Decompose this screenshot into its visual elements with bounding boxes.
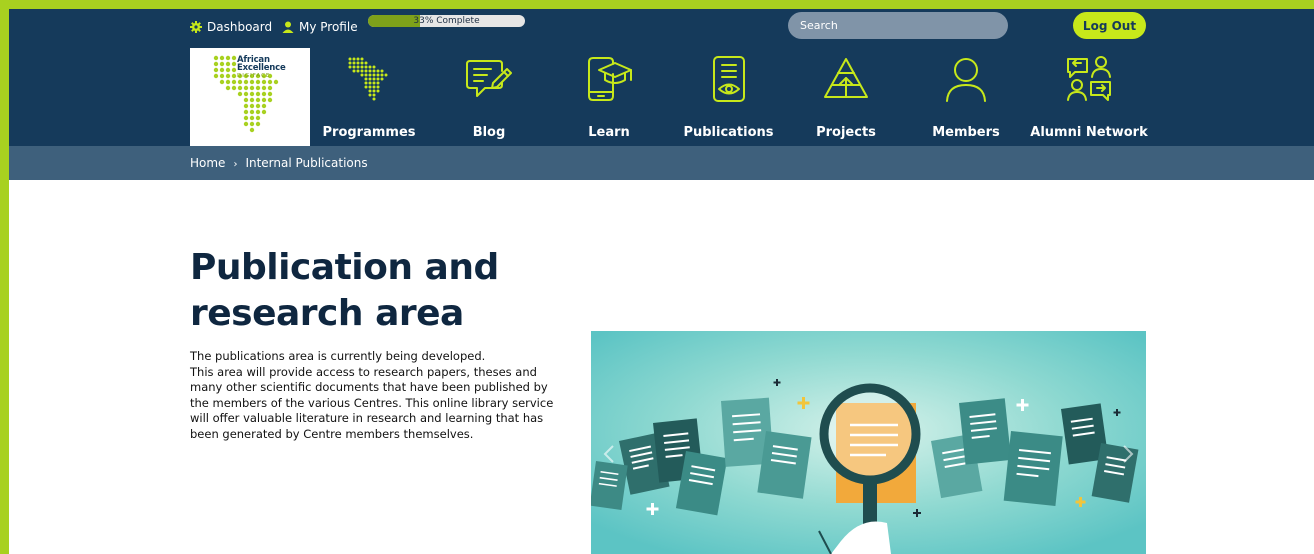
breadcrumb: Home › Internal Publications	[9, 146, 1314, 180]
nav-label: Members	[932, 125, 1000, 140]
hero-illustration	[591, 331, 1146, 554]
page-frame: Dashboard My Profile 33% Complete Log Ou…	[9, 9, 1314, 554]
nav-label: Learn	[588, 125, 630, 140]
nav-item-projects[interactable]: Projects	[806, 53, 886, 141]
search-input[interactable]	[788, 12, 1008, 39]
nav-item-blog[interactable]: Blog	[449, 53, 529, 141]
breadcrumb-chevron-icon: ›	[233, 158, 238, 170]
nav-label: Projects	[816, 125, 876, 140]
breadcrumb-current: Internal Publications	[245, 156, 368, 170]
dashboard-label: Dashboard	[207, 20, 273, 34]
user-icon	[282, 21, 294, 33]
nav-label: Alumni Network	[1030, 125, 1148, 140]
learn-icon	[585, 53, 633, 105]
nav-item-learn[interactable]: Learn	[569, 53, 649, 141]
breadcrumb-home-link[interactable]: Home	[190, 156, 225, 170]
top-navigation-bar: Dashboard My Profile 33% Complete Log Ou…	[9, 9, 1314, 146]
profile-progress-bar: 33% Complete	[368, 15, 525, 27]
projects-icon	[821, 53, 871, 105]
nav-label: Publications	[683, 125, 774, 140]
intro-text: The publications area is currently being…	[190, 349, 570, 442]
progress-text: 33% Complete	[413, 16, 480, 26]
nav-item-programmes[interactable]: Programmes	[323, 53, 416, 141]
nav-item-publications[interactable]: Publications	[681, 53, 776, 141]
nav-item-alumni-network[interactable]: Alumni Network	[1030, 53, 1148, 141]
blog-icon	[465, 53, 513, 105]
log-out-button[interactable]: Log Out	[1073, 12, 1146, 39]
page-title: Publication and research area	[190, 247, 499, 334]
nav-item-members[interactable]: Members	[926, 53, 1006, 141]
publications-icon	[709, 53, 749, 105]
dashboard-link[interactable]: Dashboard	[190, 18, 272, 36]
nav-label: Blog	[472, 125, 506, 140]
alumni-network-icon	[1065, 53, 1113, 105]
members-icon	[942, 53, 990, 105]
my-profile-label: My Profile	[299, 20, 358, 34]
africa-map-icon	[345, 53, 393, 105]
intro-line-1: The publications area is currently being…	[190, 349, 486, 363]
african-excellence-logo[interactable]: African Excellence DIGIFACE	[190, 48, 310, 146]
intro-line-2: This area will provide access to researc…	[190, 364, 554, 441]
gear-icon	[190, 21, 202, 33]
logo-text-line3: DIGIFACE	[237, 73, 271, 79]
my-profile-link[interactable]: My Profile	[282, 18, 358, 36]
logo-text-line2: Excellence	[237, 63, 286, 73]
nav-label: Programmes	[322, 125, 416, 140]
